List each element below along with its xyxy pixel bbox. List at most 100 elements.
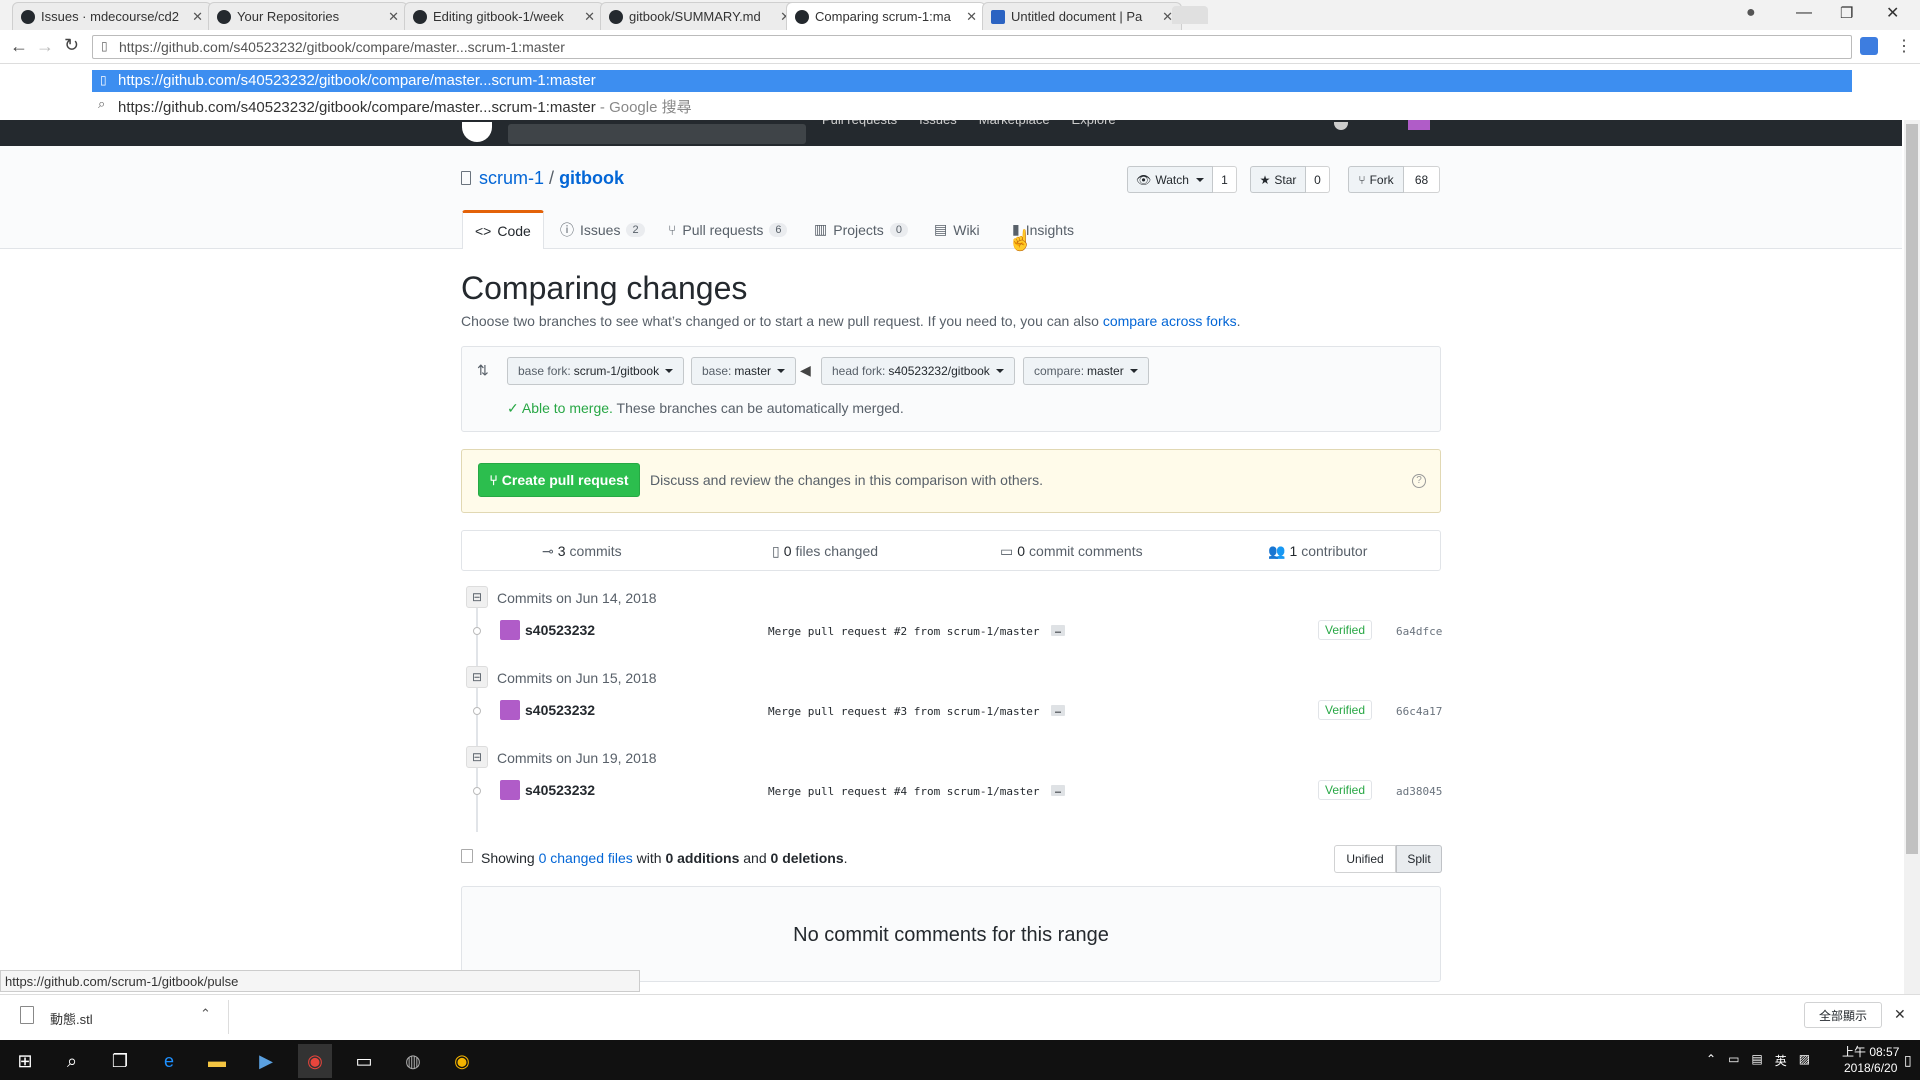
nav-pull-requests[interactable]: Pull requests (822, 120, 897, 130)
scrollbar-thumb[interactable] (1906, 124, 1918, 854)
profile-icon[interactable]: ● (1746, 4, 1756, 22)
verified-badge[interactable]: Verified (1318, 620, 1373, 640)
tab-wiki[interactable]: ▤ Wiki (922, 210, 992, 249)
browser-tab-active[interactable]: Comparing scrum-1:ma ✕ (786, 2, 986, 30)
file-explorer-icon[interactable]: ▬ (200, 1044, 234, 1078)
browser-tab[interactable]: Untitled document | Pa ✕ (982, 2, 1182, 30)
edge-icon[interactable]: e (152, 1044, 186, 1078)
tab-issues[interactable]: ⓘ Issues 2 (548, 210, 657, 249)
app-icon[interactable]: ◍ (396, 1044, 430, 1078)
tab-projects[interactable]: ▥ Projects 0 (802, 210, 920, 249)
commit-sha-link[interactable]: 6a4dfce (1396, 625, 1442, 638)
keyboard-icon[interactable]: ▨ (1799, 1052, 1810, 1069)
commit-author-link[interactable]: s40523232 (525, 702, 595, 718)
cursor-hand-icon: ☝ (1008, 230, 1033, 252)
suggestion-search[interactable]: ⌕ https://github.com/s40523232/gitbook/co… (92, 94, 1852, 116)
tab-pull-requests[interactable]: ⑂ Pull requests 6 (656, 210, 799, 249)
close-icon[interactable]: ✕ (388, 9, 399, 25)
action-center-icon[interactable]: ▯ (1904, 1052, 1912, 1069)
address-bar[interactable]: ▯ https://github.com/s40523232/gitbook/co… (92, 35, 1852, 59)
star-icon: ★ (1259, 172, 1271, 187)
nav-issues[interactable]: Issues (919, 120, 957, 130)
expand-message-button[interactable]: … (1051, 785, 1066, 796)
window-close-icon[interactable]: ✕ (1886, 3, 1899, 23)
changed-files-link[interactable]: 0 changed files (539, 850, 633, 866)
search-icon[interactable]: ⌕ (55, 1044, 89, 1078)
expand-message-button[interactable]: … (1051, 625, 1066, 636)
commit-comments-count[interactable]: ▭ 0 commit comments (1000, 533, 1143, 569)
forward-icon[interactable]: → (36, 36, 54, 57)
nav-marketplace[interactable]: Marketplace (979, 120, 1050, 130)
repo-name-link[interactable]: gitbook (559, 168, 624, 188)
suggestion-text: https://github.com/s40523232/gitbook/com… (118, 72, 596, 89)
restore-icon[interactable]: ❐ (1840, 4, 1853, 22)
avatar[interactable] (500, 700, 520, 720)
back-icon[interactable]: ← (10, 36, 28, 57)
base-fork-select[interactable]: base fork: scrum-1/gitbook (507, 357, 685, 385)
network-icon[interactable]: ▭ (1728, 1052, 1739, 1069)
clock[interactable]: 上午 08:57 2018/6/20 (1842, 1044, 1899, 1076)
chrome-icon[interactable]: ◉ (298, 1044, 332, 1078)
stat-label: contributor (1301, 543, 1368, 559)
new-tab-button[interactable] (1172, 6, 1208, 24)
ime-indicator[interactable]: 英 (1775, 1052, 1787, 1069)
files-changed-count[interactable]: ▯ 0 files changed (772, 533, 878, 569)
close-icon[interactable]: ✕ (192, 9, 203, 25)
avatar[interactable] (500, 620, 520, 640)
commit-message-link[interactable]: Merge pull request #3 from scrum-1/maste… (768, 705, 1040, 718)
expand-message-button[interactable]: … (1051, 705, 1066, 716)
avatar[interactable] (1408, 120, 1430, 130)
nav-explore[interactable]: Explore (1072, 120, 1116, 130)
browser-tab[interactable]: Editing gitbook-1/week ✕ (404, 2, 604, 30)
download-item[interactable]: 動態.stl (50, 1009, 93, 1028)
help-icon[interactable]: ? (1412, 474, 1426, 488)
close-icon[interactable]: ✕ (584, 9, 595, 25)
star-button[interactable]: ★ Star (1250, 166, 1306, 193)
watch-button[interactable]: 👁 Watch (1127, 166, 1213, 193)
commit-message-link[interactable]: Merge pull request #4 from scrum-1/maste… (768, 785, 1040, 798)
windows-start-icon[interactable]: ⊞ (8, 1044, 42, 1078)
split-view-button[interactable]: Split (1396, 845, 1442, 873)
chevron-up-icon[interactable]: ⌃ (1706, 1052, 1716, 1069)
repo-owner-link[interactable]: scrum-1 (479, 168, 544, 188)
create-pull-request-button[interactable]: ⑂ Create pull request (478, 463, 640, 497)
commit-author-link[interactable]: s40523232 (525, 622, 595, 638)
compare-across-forks-link[interactable]: compare across forks (1103, 313, 1237, 329)
fork-count[interactable]: 68 (1404, 166, 1440, 193)
commit-author-link[interactable]: s40523232 (525, 782, 595, 798)
contributors-count[interactable]: 👥 1 contributor (1268, 533, 1367, 569)
commits-count[interactable]: ⊸ 3 commits (542, 533, 622, 569)
browser-tab[interactable]: Issues · mdecourse/cd2 ✕ (12, 2, 212, 30)
verified-badge[interactable]: Verified (1318, 780, 1373, 800)
browser-tab[interactable]: Your Repositories ✕ (208, 2, 408, 30)
powershell-icon[interactable]: ▶ (249, 1044, 283, 1078)
chrome-canary-icon[interactable]: ◉ (445, 1044, 479, 1078)
unified-view-button[interactable]: Unified (1334, 845, 1396, 873)
verified-badge[interactable]: Verified (1318, 700, 1373, 720)
fork-button[interactable]: ⑂ Fork (1348, 166, 1404, 193)
suggestion-url[interactable]: ▯ https://github.com/s40523232/gitbook/co… (92, 70, 1852, 92)
head-fork-select[interactable]: head fork: s40523232/gitbook (821, 357, 1015, 385)
watch-count[interactable]: 1 (1213, 166, 1237, 193)
avatar[interactable] (500, 780, 520, 800)
chevron-up-icon[interactable]: ⌃ (200, 1006, 211, 1022)
compare-select[interactable]: compare: master (1023, 357, 1149, 385)
extension-icon[interactable] (1860, 37, 1878, 55)
show-all-button[interactable]: 全部顯示 (1804, 1002, 1882, 1028)
minimize-icon[interactable]: — (1796, 4, 1812, 22)
star-count[interactable]: 0 (1306, 166, 1330, 193)
close-icon[interactable]: ✕ (1894, 1006, 1906, 1023)
terminal-icon[interactable]: ▭ (347, 1044, 381, 1078)
notification-icon[interactable]: ▤ (1751, 1052, 1762, 1069)
commit-sha-link[interactable]: ad38045 (1396, 785, 1442, 798)
base-select[interactable]: base: master (691, 357, 797, 385)
commit-sha-link[interactable]: 66c4a17 (1396, 705, 1442, 718)
search-input[interactable] (508, 124, 806, 144)
menu-icon[interactable]: ⋮ (1896, 36, 1912, 56)
close-icon[interactable]: ✕ (966, 9, 977, 25)
reload-icon[interactable]: ↻ (64, 35, 79, 56)
commit-message-link[interactable]: Merge pull request #2 from scrum-1/maste… (768, 625, 1040, 638)
task-view-icon[interactable]: ❐ (103, 1044, 137, 1078)
tab-code[interactable]: <> Code (462, 210, 544, 249)
browser-tab[interactable]: gitbook/SUMMARY.md✕ (600, 2, 800, 30)
